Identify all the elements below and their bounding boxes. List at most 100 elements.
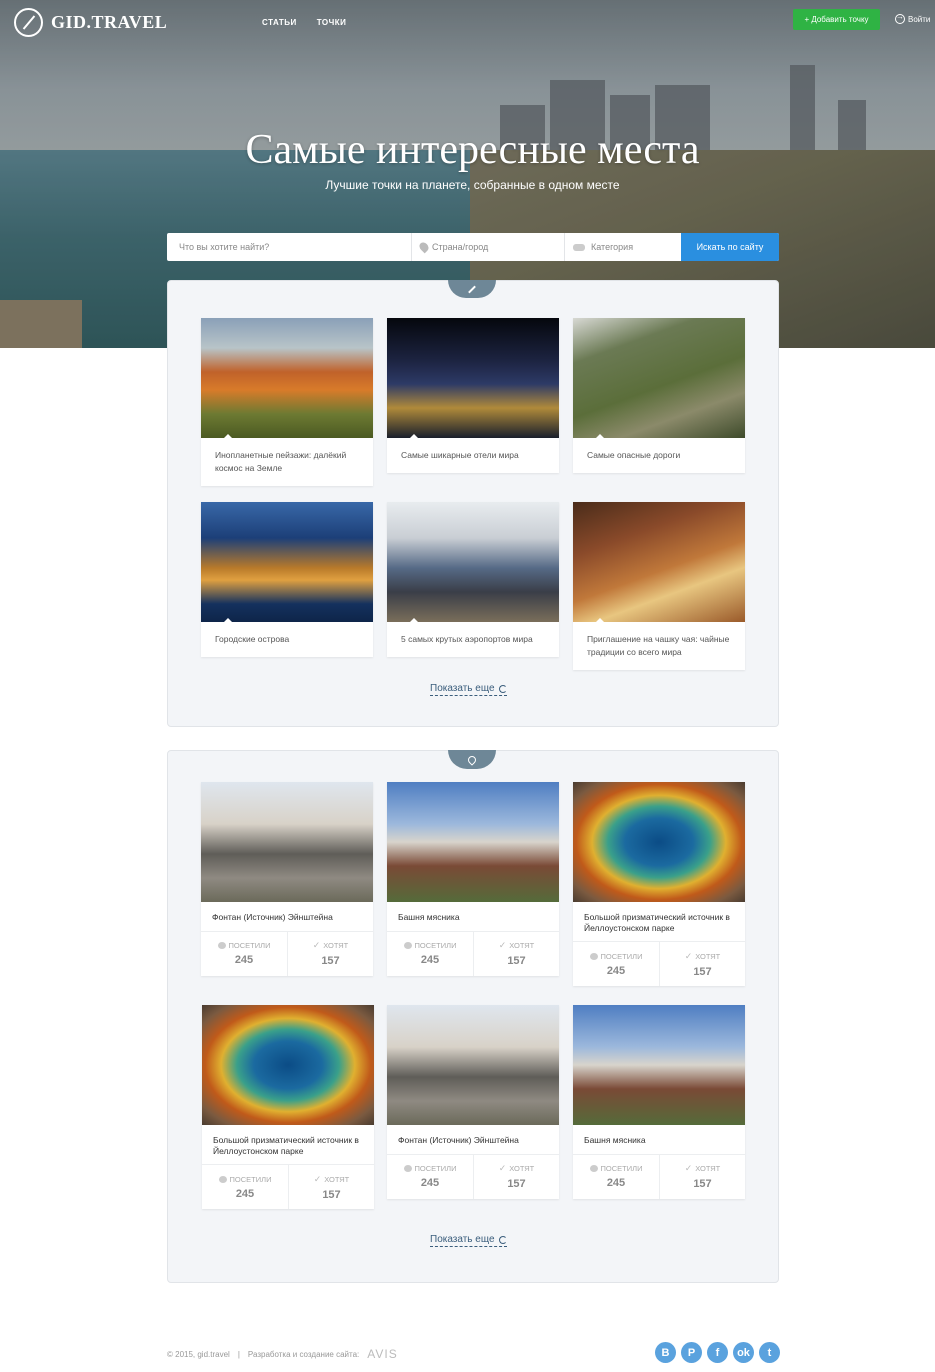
developer-brand-link[interactable]: AVIS bbox=[367, 1347, 397, 1361]
location-field[interactable]: Страна/город bbox=[412, 233, 565, 261]
want-count: 157 bbox=[507, 955, 526, 968]
visited-label: Посетили bbox=[414, 941, 457, 951]
article-caption: Приглашение на чашку чая: чайные традици… bbox=[587, 634, 730, 657]
copyright: © 2015, gid.travel bbox=[167, 1349, 230, 1359]
visited-count: 245 bbox=[606, 964, 626, 977]
facebook-icon[interactable]: f bbox=[707, 1342, 728, 1363]
vk-icon[interactable]: В bbox=[655, 1342, 676, 1363]
visited-label: Посетили bbox=[229, 1174, 272, 1184]
show-more-points-button[interactable]: Показать еще bbox=[430, 1234, 507, 1247]
point-image bbox=[573, 1005, 745, 1125]
category-field[interactable]: Категория bbox=[565, 233, 681, 261]
article-image bbox=[573, 318, 745, 438]
login-link[interactable]: Войти bbox=[895, 12, 931, 24]
search-bar: Что вы хотите найти? Страна/город Катего… bbox=[167, 233, 779, 261]
paw-icon bbox=[403, 942, 412, 950]
point-card[interactable]: Большой призматический источник в Йеллоу… bbox=[573, 782, 745, 987]
hero-title: Самые интересные места bbox=[245, 127, 700, 173]
refresh-icon bbox=[498, 1236, 507, 1244]
login-label: Войти bbox=[908, 14, 931, 24]
point-stats: Посетили 245 ✓ Хотят 157 bbox=[202, 1164, 374, 1210]
want-stat[interactable]: ✓ Хотят 157 bbox=[473, 1154, 559, 1199]
point-title: Большой призматический источник в Йеллоу… bbox=[584, 912, 730, 933]
want-stat[interactable]: ✓ Хотят 157 bbox=[288, 1165, 374, 1210]
location-placeholder: Страна/город bbox=[432, 242, 489, 252]
article-card[interactable]: Самые опасные дороги bbox=[573, 318, 745, 473]
want-label: Хотят bbox=[695, 951, 721, 961]
article-caption: Городские острова bbox=[215, 634, 290, 644]
article-card[interactable]: Приглашение на чашку чая: чайные традици… bbox=[573, 502, 745, 670]
article-card[interactable]: 5 самых крутых аэропортов мира bbox=[387, 502, 559, 657]
point-image bbox=[202, 1005, 374, 1125]
visited-stat: Посетили 245 bbox=[202, 1165, 288, 1209]
category-placeholder: Категория bbox=[591, 242, 634, 252]
tag-icon bbox=[573, 243, 585, 251]
want-stat[interactable]: ✓ Хотят 157 bbox=[473, 931, 559, 976]
nav-item-articles[interactable]: статьи bbox=[262, 18, 297, 27]
article-caption: Самые опасные дороги bbox=[587, 450, 681, 460]
want-count: 157 bbox=[507, 1178, 526, 1191]
visited-label: Посетили bbox=[600, 951, 643, 961]
want-label: Хотят bbox=[695, 1164, 721, 1174]
article-image bbox=[387, 502, 559, 622]
twitter-icon[interactable]: t bbox=[759, 1342, 780, 1363]
want-stat[interactable]: ✓ Хотят 157 bbox=[287, 931, 373, 976]
article-image bbox=[387, 318, 559, 438]
social-links: В P f ok t bbox=[655, 1342, 780, 1363]
search-button[interactable]: Искать по сайту bbox=[681, 233, 779, 261]
visited-label: Посетили bbox=[414, 1164, 457, 1174]
login-icon bbox=[895, 12, 905, 24]
point-image bbox=[387, 1005, 559, 1125]
article-image bbox=[201, 502, 373, 622]
article-card[interactable]: Городские острова bbox=[201, 502, 373, 657]
location-pin-icon bbox=[417, 240, 431, 254]
visited-count: 245 bbox=[234, 954, 254, 967]
point-title: Фонтан (Источник) Эйнштейна bbox=[212, 912, 333, 922]
show-more-articles-button[interactable]: Показать еще bbox=[430, 683, 507, 696]
point-image bbox=[201, 782, 373, 902]
check-icon: ✓ bbox=[684, 950, 693, 961]
article-caption: Инопланетные пейзажи: далёкий космос на … bbox=[215, 450, 347, 473]
pinterest-icon[interactable]: P bbox=[681, 1342, 702, 1363]
pencil-icon bbox=[468, 285, 476, 293]
point-image bbox=[387, 782, 559, 902]
search-input[interactable]: Что вы хотите найти? bbox=[167, 233, 412, 261]
points-tab bbox=[448, 750, 496, 769]
article-card[interactable]: Самые шикарные отели мира bbox=[387, 318, 559, 473]
paw-icon bbox=[589, 1165, 598, 1173]
check-icon: ✓ bbox=[498, 940, 507, 951]
paw-icon bbox=[218, 1175, 227, 1183]
add-point-button[interactable]: + Добавить точку bbox=[793, 9, 880, 30]
point-card[interactable]: Фонтан (Источник) Эйнштейна Посетили 245 … bbox=[387, 1005, 559, 1199]
visited-stat: Посетили 245 bbox=[387, 1155, 473, 1199]
visited-count: 245 bbox=[420, 954, 440, 967]
article-caption: 5 самых крутых аэропортов мира bbox=[401, 634, 533, 644]
site-logo[interactable]: GID.TRAVEL bbox=[14, 8, 167, 37]
odnoklassniki-icon[interactable]: ok bbox=[733, 1342, 754, 1363]
point-title: Башня мясника bbox=[398, 912, 460, 922]
compass-icon bbox=[14, 8, 43, 37]
article-card[interactable]: Инопланетные пейзажи: далёкий космос на … bbox=[201, 318, 373, 486]
visited-stat: Посетили 245 bbox=[201, 932, 287, 976]
want-stat[interactable]: ✓ Хотят 157 bbox=[659, 942, 745, 987]
visited-count: 245 bbox=[235, 1187, 255, 1200]
nav-item-points[interactable]: точки bbox=[317, 18, 347, 27]
point-stats: Посетили 245 ✓ Хотят 157 bbox=[387, 930, 559, 976]
point-card[interactable]: Большой призматический источник в Йеллоу… bbox=[202, 1005, 374, 1210]
visited-label: Посетили bbox=[600, 1164, 643, 1174]
footer-separator: | bbox=[237, 1349, 240, 1359]
want-label: Хотят bbox=[509, 1164, 535, 1174]
point-image bbox=[573, 782, 745, 902]
check-icon: ✓ bbox=[498, 1163, 507, 1174]
want-count: 157 bbox=[693, 1178, 712, 1191]
want-stat[interactable]: ✓ Хотят 157 bbox=[659, 1154, 745, 1199]
point-card[interactable]: Фонтан (Источник) Эйнштейна Посетили 245 … bbox=[201, 782, 373, 976]
show-more-label: Показать еще bbox=[430, 683, 495, 694]
visited-stat: Посетили 245 bbox=[573, 1155, 659, 1199]
point-title: Башня мясника bbox=[584, 1135, 646, 1145]
point-card[interactable]: Башня мясника Посетили 245 ✓ Хотят 157 bbox=[573, 1005, 745, 1199]
visited-count: 245 bbox=[606, 1177, 626, 1190]
point-card[interactable]: Башня мясника Посетили 245 ✓ Хотят 157 bbox=[387, 782, 559, 976]
want-label: Хотят bbox=[509, 941, 535, 951]
visited-stat: Посетили 245 bbox=[573, 942, 659, 986]
